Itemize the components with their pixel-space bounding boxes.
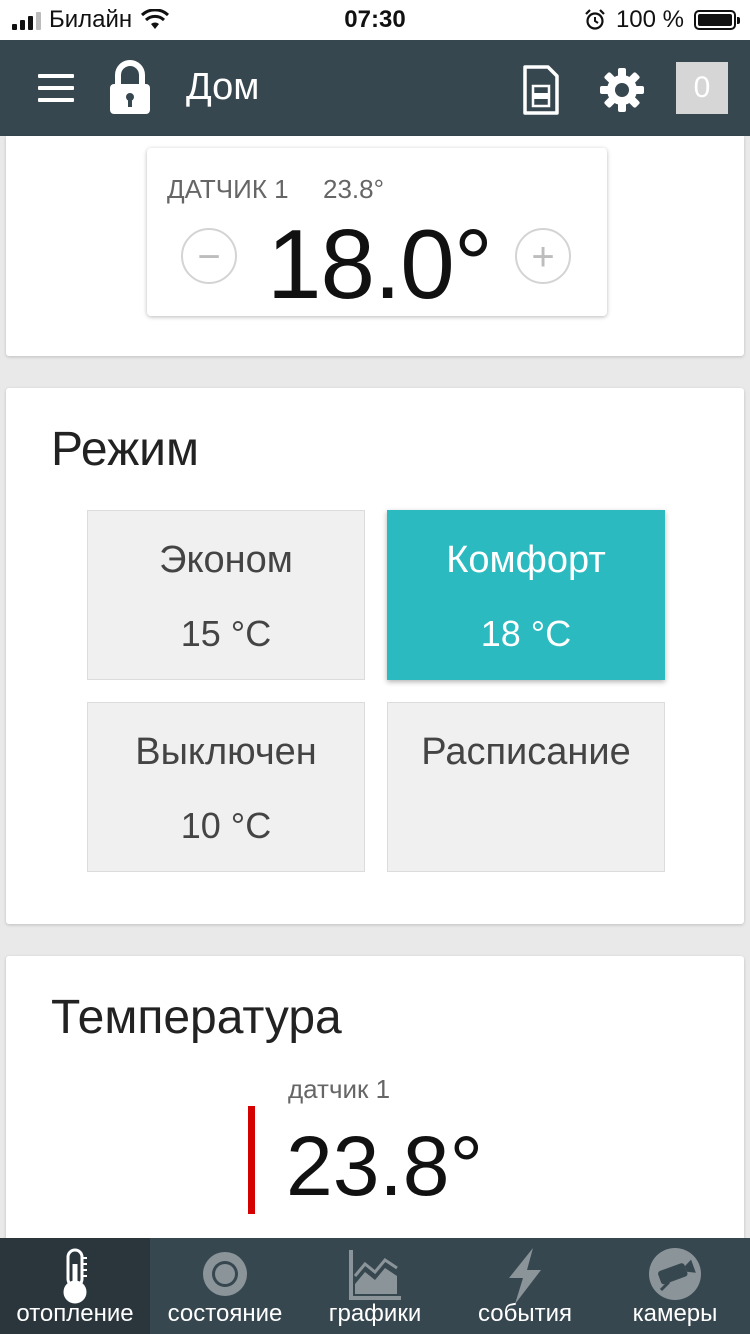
battery-icon <box>694 10 740 30</box>
temperature-section-title: Температура <box>51 991 342 1044</box>
tab-label: отопление <box>16 1300 134 1327</box>
notification-badge[interactable]: 0 <box>676 62 728 114</box>
mode-temp: 10 °C <box>180 805 272 846</box>
mode-schedule-button[interactable]: Расписание <box>387 702 665 872</box>
menu-icon[interactable] <box>38 74 74 102</box>
mode-name: Расписание <box>421 731 631 773</box>
battery-fill <box>698 14 732 26</box>
tab-status[interactable]: состояние <box>150 1238 300 1334</box>
increase-button[interactable]: + <box>515 228 571 284</box>
setpoint-card: ДАТЧИК 1 23.8° − 18.0° + <box>6 136 744 356</box>
camera-icon <box>649 1248 701 1300</box>
mode-comfort-button[interactable]: Комфорт 18 °C <box>387 510 665 680</box>
mode-card: Режим Эконом 15 °C Комфорт 18 °C Выключе… <box>6 388 744 924</box>
setpoint-control: ДАТЧИК 1 23.8° − 18.0° + <box>147 148 607 319</box>
setpoint-value: 18.0° <box>267 209 493 319</box>
status-right: 100 % <box>584 6 740 34</box>
thermometer-icon <box>63 1248 87 1304</box>
tab-label: события <box>477 1300 572 1327</box>
lightning-icon <box>509 1248 541 1304</box>
mode-temp: 15 °C <box>180 613 272 654</box>
bottom-tab-bar: отопление состояние графики события каме… <box>0 1238 750 1334</box>
status-bar: Билайн 07:30 100 % <box>0 0 750 40</box>
temperature-value: 23.8° <box>286 1119 484 1213</box>
alarm-icon <box>585 9 605 30</box>
gear-icon[interactable] <box>598 66 646 114</box>
sim-card-icon[interactable] <box>522 64 560 116</box>
tab-cameras[interactable]: камеры <box>600 1238 750 1334</box>
tab-label: состояние <box>167 1300 283 1327</box>
page-title: Дом <box>186 66 260 108</box>
decrease-button[interactable]: − <box>181 228 237 284</box>
tab-label: камеры <box>632 1300 718 1327</box>
tab-events[interactable]: события <box>450 1238 600 1334</box>
lock-icon[interactable] <box>108 60 152 114</box>
mode-econom-button[interactable]: Эконом 15 °C <box>87 510 365 680</box>
setpoint-sensor-label: ДАТЧИК 1 <box>167 174 289 204</box>
temperature-card: Температура датчик 1 23.8° <box>6 956 744 1246</box>
temperature-indicator-bar <box>248 1106 255 1214</box>
tab-charts[interactable]: графики <box>300 1238 450 1334</box>
tab-heating[interactable]: отопление <box>0 1238 150 1334</box>
mode-section-title: Режим <box>51 423 199 476</box>
temperature-sensor-label: датчик 1 <box>288 1074 391 1104</box>
ring-icon <box>203 1252 247 1296</box>
mode-name: Выключен <box>135 731 317 773</box>
battery-percent: 100 % <box>615 6 684 33</box>
chart-icon <box>349 1250 401 1300</box>
tab-label: графики <box>328 1300 422 1327</box>
setpoint-sensor-value: 23.8° <box>323 174 385 204</box>
app-header: Дом 0 <box>0 40 750 136</box>
mode-temp: 18 °C <box>480 613 572 654</box>
mode-name: Эконом <box>159 539 293 581</box>
mode-name: Комфорт <box>446 539 606 581</box>
mode-off-button[interactable]: Выключен 10 °C <box>87 702 365 872</box>
